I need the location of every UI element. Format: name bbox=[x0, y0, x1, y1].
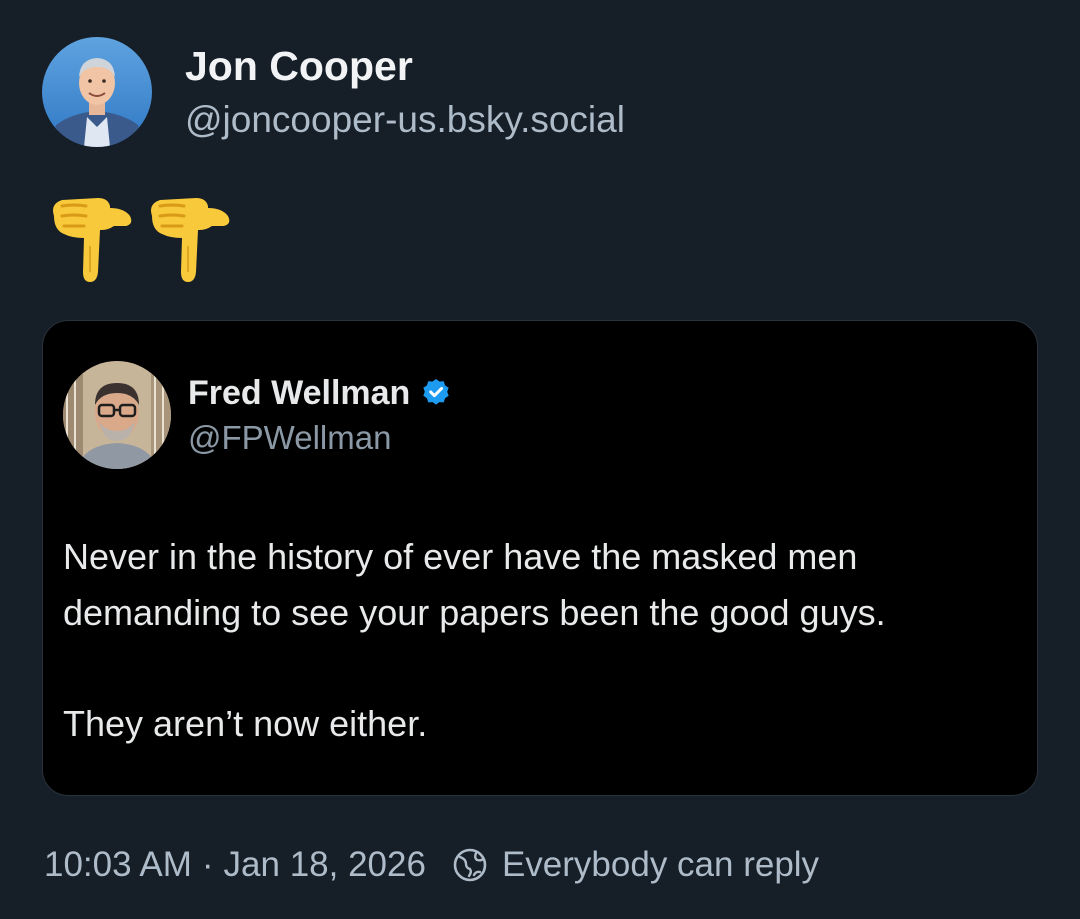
quoted-avatar-image bbox=[63, 361, 171, 469]
quoted-display-name: Fred Wellman bbox=[188, 374, 411, 412]
reply-setting[interactable]: Everybody can reply bbox=[452, 845, 819, 885]
author-avatar-image bbox=[42, 37, 152, 147]
globe-icon bbox=[453, 848, 487, 882]
reply-setting-label[interactable]: Everybody can reply bbox=[502, 845, 819, 885]
backhand-index-pointing-down-icon bbox=[151, 198, 230, 282]
quoted-author-names: Fred Wellman @FPWellman bbox=[188, 371, 452, 459]
author-avatar[interactable] bbox=[42, 37, 152, 147]
post-time[interactable]: 10:03 AM bbox=[44, 845, 192, 885]
post-author[interactable]: Jon Cooper @joncooper-us.bsky.social bbox=[42, 36, 625, 148]
post-meta: 10:03 AM · Jan 18, 2026 Everybody can re… bbox=[44, 840, 819, 890]
quoted-handle: @FPWellman bbox=[188, 419, 392, 456]
meta-separator: · bbox=[201, 845, 214, 884]
verified-badge-icon bbox=[423, 379, 449, 405]
backhand-index-pointing-down-icon bbox=[53, 198, 132, 282]
author-display-name[interactable]: Jon Cooper bbox=[185, 39, 625, 93]
quoted-paragraph: They aren’t now either. bbox=[63, 703, 428, 744]
quoted-post-image[interactable]: Fred Wellman @FPWellman Never in the his… bbox=[42, 320, 1038, 796]
post-date[interactable]: Jan 18, 2026 bbox=[224, 845, 426, 885]
author-handle[interactable]: @joncooper-us.bsky.social bbox=[185, 95, 625, 145]
quoted-author-avatar bbox=[63, 361, 171, 469]
post: Jon Cooper @joncooper-us.bsky.social Fre… bbox=[0, 0, 1080, 919]
quoted-watermark bbox=[871, 387, 1001, 415]
quoted-paragraph: Never in the history of ever have the ma… bbox=[63, 536, 886, 633]
post-text-emoji bbox=[44, 186, 234, 286]
quoted-name-row: Fred Wellman bbox=[188, 371, 452, 415]
quoted-post-text: Never in the history of ever have the ma… bbox=[63, 529, 1013, 752]
author-names: Jon Cooper @joncooper-us.bsky.social bbox=[185, 39, 625, 145]
